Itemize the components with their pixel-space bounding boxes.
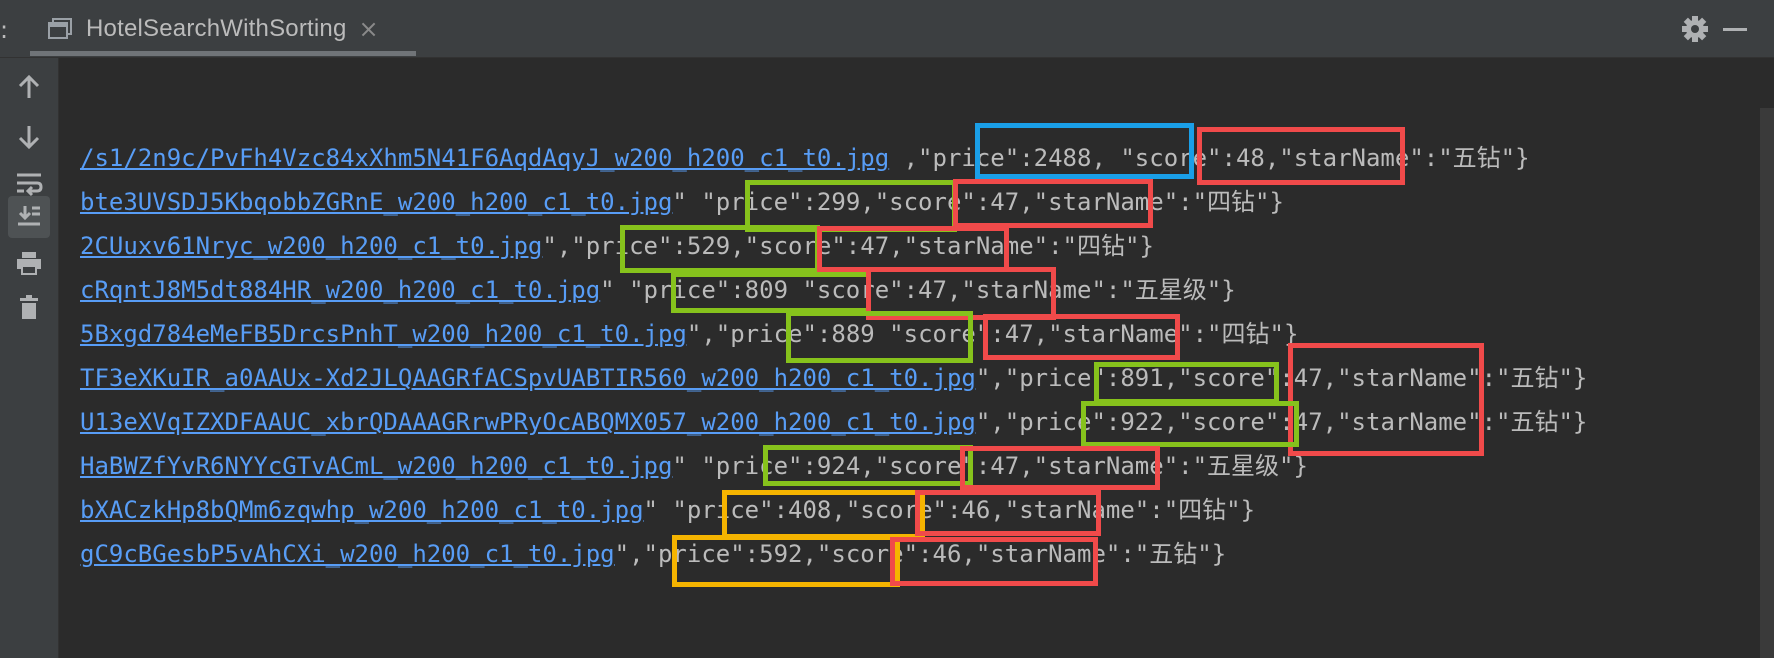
image-url-link[interactable]: HaBWZfYvR6NYYcGTvACmL_w200_h200_c1_t0.jp… <box>80 452 672 480</box>
highlight-box-red <box>983 314 1180 360</box>
highlight-box-red <box>915 490 1101 536</box>
highlight-box-green <box>763 445 973 486</box>
minimize-icon[interactable] <box>1723 28 1747 31</box>
image-url-link[interactable]: /s1/2n9c/PvFh4Vzc84xXhm5N41F6AqdAqyJ_w20… <box>80 144 889 172</box>
highlight-box-red <box>1288 343 1484 456</box>
run-console-icon <box>48 17 74 41</box>
json-text: ","price":891,"score":47,"starName":"五钻"… <box>975 364 1588 392</box>
menu-dots[interactable]: : <box>0 16 8 44</box>
vertical-scrollbar[interactable] <box>1760 108 1774 658</box>
arrow-down-icon[interactable] <box>8 116 50 158</box>
highlight-box-red <box>960 446 1160 490</box>
highlight-box-red <box>1197 127 1405 185</box>
image-url-link[interactable]: 2CUuxv61Nryc_w200_h200_c1_t0.jpg <box>80 232 542 260</box>
tool-window-header: : HotelSearchWithSorting × <box>0 0 1774 58</box>
highlight-box-green <box>620 225 820 273</box>
print-icon[interactable] <box>8 242 50 284</box>
arrow-up-icon[interactable] <box>8 66 50 108</box>
trash-icon[interactable] <box>8 286 50 328</box>
gear-icon[interactable] <box>1680 14 1710 48</box>
image-url-link[interactable]: cRqntJ8M5dt884HR_w200_h200_c1_t0.jpg <box>80 276 600 304</box>
image-url-link[interactable]: TF3eXKuIR_a0AAUx-Xd2JLQAAGRfACSpvUABTIR5… <box>80 364 976 392</box>
highlight-box-green <box>1081 401 1299 447</box>
tab-label: HotelSearchWithSorting <box>86 14 347 42</box>
highlight-box-blue <box>975 123 1194 179</box>
scroll-to-end-icon[interactable] <box>8 196 50 238</box>
highlight-box-green <box>786 311 973 363</box>
image-url-link[interactable]: 5Bxgd784eMeFB5DrcsPnhT_w200_h200_c1_t0.j… <box>80 320 687 348</box>
highlight-box-green <box>1094 362 1279 404</box>
console-toolbar <box>0 58 59 658</box>
tab-hotel-search-with-sorting[interactable]: HotelSearchWithSorting × <box>26 0 416 57</box>
highlight-box-red <box>817 226 1009 272</box>
highlight-box-red <box>890 537 1098 586</box>
image-url-link[interactable]: gC9cBGesbP5vAhCXi_w200_h200_c1_t0.jpg <box>80 540 615 568</box>
image-url-link[interactable]: U13eXVqIZXDFAAUC_xbrQDAAAGRrwPRyOcABQMX0… <box>80 408 976 436</box>
tab-close-icon[interactable]: × <box>359 15 379 43</box>
image-url-link[interactable]: bXACzkHp8bQMm6zqwhp_w200_h200_c1_t0.jpg <box>80 496 644 524</box>
highlight-box-green <box>671 272 871 313</box>
console-line: cRqntJ8M5dt884HR_w200_h200_c1_t0.jpg" "p… <box>80 275 1236 305</box>
highlight-box-yellow <box>672 535 900 587</box>
highlight-box-red <box>953 179 1153 228</box>
image-url-link[interactable]: bte3UVSDJ5KbqobbZGRnE_w200_h200_c1_t0.jp… <box>80 188 672 216</box>
highlight-box-yellow <box>722 490 925 539</box>
tab-active-indicator <box>30 51 416 56</box>
